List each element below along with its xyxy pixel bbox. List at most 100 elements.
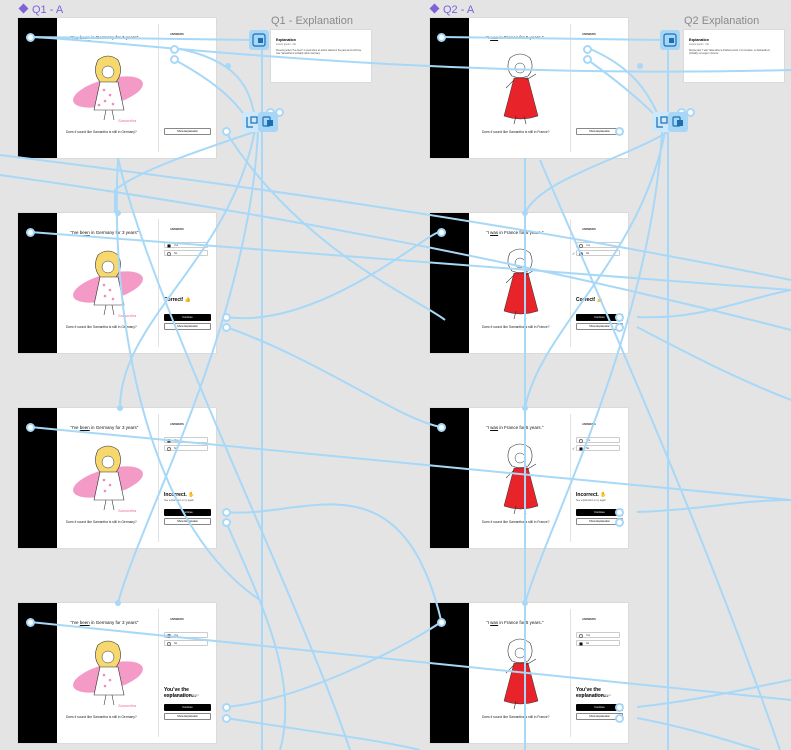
connection-dot-icon[interactable] (615, 323, 624, 332)
explanation-sub: Lorem ipsum · No (276, 43, 296, 46)
question-sentence: "I was in France for 5 years." (486, 425, 544, 430)
divider (158, 24, 159, 152)
show-explanation-button[interactable]: Show Explanation (164, 518, 211, 525)
connection-dot-icon[interactable] (26, 618, 35, 627)
radio-icon (579, 244, 583, 248)
show-explanation-button[interactable]: Show Explanation (164, 128, 211, 135)
component-diamond-icon (18, 3, 29, 14)
question-text: Does it sound like Samantha is still in … (482, 520, 550, 524)
divider (158, 609, 159, 737)
feedback-correct: Correct! 👍 (164, 297, 192, 303)
answers-heading: ANSWERS (582, 618, 596, 621)
question-text: Does it sound like Samantha is still in … (66, 325, 137, 329)
feedback-sub: Learn something with checking it (164, 694, 199, 697)
answers-heading: ANSWERS (170, 618, 184, 621)
divider (570, 609, 571, 737)
connection-dot-icon[interactable] (437, 618, 446, 627)
option-no[interactable]: No (164, 250, 208, 256)
connection-dot-icon[interactable] (583, 55, 592, 64)
connection-dot-icon[interactable] (222, 703, 231, 712)
explanation-title: Explanation (276, 38, 296, 42)
connection-dot-icon[interactable] (222, 518, 231, 527)
q2-explanation-label[interactable]: Q2 Explanation (684, 15, 759, 27)
divider (570, 24, 571, 152)
connection-dot-icon[interactable] (437, 33, 446, 42)
connection-dot-icon[interactable] (26, 228, 35, 237)
continue-button[interactable]: Continue (164, 704, 211, 711)
question-sentence: "I've been in Germany for 3 years" (70, 620, 139, 625)
option-no[interactable]: No (164, 640, 208, 646)
prototype-flow-icon[interactable] (660, 30, 680, 50)
q2-frame-default[interactable]: "I was in France for 5 years." Does it s… (430, 18, 628, 158)
option-yes[interactable]: Yes (576, 437, 620, 443)
question-sentence: "I was in France for 5 years." (486, 230, 544, 235)
connection-dot-icon[interactable] (583, 45, 592, 54)
show-explanation-button[interactable]: Show Explanation (164, 713, 211, 720)
connection-dot-icon[interactable] (222, 323, 231, 332)
sidebar-black-panel (18, 213, 57, 353)
q2-explanation-frame[interactable]: Explanation Lorem ipsum · No Simple past… (684, 30, 784, 82)
connection-dot-icon[interactable] (222, 313, 231, 322)
variant-swap-icon[interactable] (258, 112, 278, 132)
samantha-caption: Samantha (118, 508, 137, 513)
sidebar-black-panel (18, 603, 57, 743)
q1-frame-incorrect[interactable]: "I've been in Germany for 3 years" Saman… (18, 408, 216, 548)
divider (570, 414, 571, 542)
q1-component-label[interactable]: Q1 - A (18, 3, 63, 16)
q1-frame-default[interactable]: "I've been in Germany for 3 years" Saman… (18, 18, 216, 158)
connection-dot-icon[interactable] (170, 45, 179, 54)
connection-dot-icon[interactable] (615, 508, 624, 517)
connection-dot-icon[interactable] (26, 33, 35, 42)
connection-dot-icon[interactable] (222, 508, 231, 517)
q2-frame-correct[interactable]: "I was in France for 5 years." Does it s… (430, 213, 628, 353)
option-no[interactable]: No (164, 445, 208, 451)
question-text: Does it sound like Samantha is still in … (66, 520, 137, 524)
q1-explanation-label[interactable]: Q1 - Explanation (271, 15, 353, 27)
variant-swap-icon[interactable] (668, 112, 688, 132)
connection-dot-icon[interactable] (615, 127, 624, 136)
q2-frame-incorrect[interactable]: "I was in France for 5 years." Does it s… (430, 408, 628, 548)
connection-dot-icon[interactable] (615, 518, 624, 527)
connection-dot-icon[interactable] (615, 313, 624, 322)
samantha-red-dress-illustration (503, 248, 539, 320)
option-yes[interactable]: Yes (164, 632, 208, 638)
q1-explanation-frame[interactable]: Explanation Lorem ipsum · No Present per… (271, 30, 371, 82)
radio-icon (167, 642, 171, 646)
sidebar-black-panel (430, 603, 469, 743)
connection-dot-icon[interactable] (222, 714, 231, 723)
radio-icon (579, 252, 583, 256)
option-yes[interactable]: Yes (164, 242, 208, 248)
samantha-caption: Samantha (118, 118, 137, 123)
continue-button[interactable]: Continue (164, 314, 211, 321)
samantha-pink-illustration: Samantha (73, 640, 143, 708)
q1-frame-correct[interactable]: "I've been in Germany for 3 years" Saman… (18, 213, 216, 353)
question-sentence: "I was in France for 5 years." (486, 35, 544, 40)
connection-dot-icon[interactable] (615, 714, 624, 723)
sidebar-black-panel (430, 213, 469, 353)
samantha-red-dress-illustration (503, 638, 539, 710)
connection-dot-icon[interactable] (615, 703, 624, 712)
option-yes[interactable]: Yes (576, 632, 620, 638)
option-yes[interactable]: Yes (576, 242, 620, 248)
sidebar-black-panel (430, 18, 469, 158)
option-no[interactable]: ✓ No (572, 445, 620, 451)
show-explanation-button[interactable]: Show Explanation (164, 323, 211, 330)
connection-dot-icon[interactable] (170, 55, 179, 64)
divider (158, 219, 159, 347)
samantha-caption: Samantha (118, 703, 137, 708)
connection-dot-icon[interactable] (437, 228, 446, 237)
connection-dot-icon[interactable] (222, 127, 231, 136)
radio-icon (167, 252, 171, 256)
q2-frame-explanation[interactable]: "I was in France for 5 years." Does it s… (430, 603, 628, 743)
connection-dot-icon[interactable] (437, 423, 446, 432)
option-no[interactable]: ✓ No (572, 250, 620, 256)
q1-frame-explanation[interactable]: "I've been in Germany for 3 years" Saman… (18, 603, 216, 743)
continue-button[interactable]: Continue (164, 509, 211, 516)
option-yes[interactable]: Yes (164, 437, 208, 443)
q2-component-label[interactable]: Q2 - A (429, 3, 474, 16)
prototype-flow-icon[interactable] (249, 30, 269, 50)
connection-dot-icon[interactable] (26, 423, 35, 432)
explanation-body: Present perfect "I've been" is used when… (276, 50, 362, 55)
sidebar-black-panel (18, 18, 57, 158)
option-no[interactable]: No (576, 640, 620, 646)
